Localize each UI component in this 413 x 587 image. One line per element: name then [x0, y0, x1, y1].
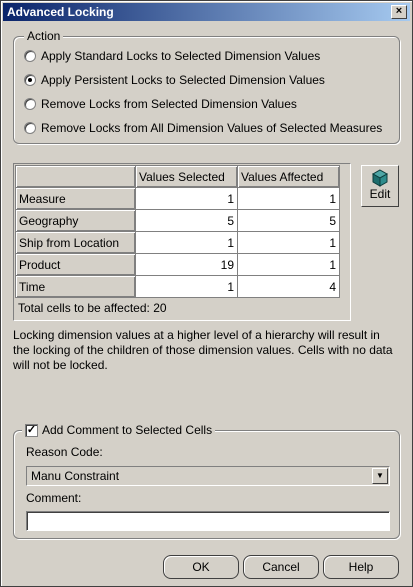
action-legend: Action	[24, 29, 64, 43]
add-comment-checkbox[interactable]: ✓	[25, 423, 38, 437]
values-selected-cell[interactable]: 19	[135, 253, 238, 276]
row-header: Time	[15, 275, 136, 298]
table-row: Ship from Location 1 1	[15, 231, 340, 254]
row-header: Ship from Location	[15, 231, 136, 254]
reason-code-value: Manu Constraint	[31, 469, 120, 483]
advanced-locking-dialog: Advanced Locking × Action Apply Standard…	[0, 0, 413, 587]
radio-remove-selected[interactable]: Remove Locks from Selected Dimension Val…	[24, 96, 297, 112]
dimension-table-panel: Values Selected Values Affected Measure …	[13, 163, 351, 321]
radio-apply-standard[interactable]: Apply Standard Locks to Selected Dimensi…	[24, 48, 320, 64]
action-group: Action Apply Standard Locks to Selected …	[13, 29, 400, 144]
title-bar: Advanced Locking ×	[3, 3, 410, 21]
comment-group: ✓ Add Comment to Selected Cells Reason C…	[13, 423, 400, 539]
values-affected-header[interactable]: Values Affected	[237, 165, 340, 188]
dimension-table: Values Selected Values Affected Measure …	[15, 165, 340, 298]
values-affected-cell[interactable]: 1	[237, 187, 340, 210]
help-button[interactable]: Help	[323, 555, 399, 579]
radio-label: Remove Locks from All Dimension Values o…	[41, 121, 383, 135]
reason-code-select[interactable]: Manu Constraint ▼	[26, 466, 390, 486]
row-header: Geography	[15, 209, 136, 232]
close-button[interactable]: ×	[391, 5, 407, 19]
ok-button[interactable]: OK	[163, 555, 239, 579]
values-selected-cell[interactable]: 5	[135, 209, 238, 232]
comment-label: Comment:	[26, 491, 82, 505]
cancel-button[interactable]: Cancel	[243, 555, 319, 579]
radio-button[interactable]	[24, 122, 36, 134]
radio-button[interactable]	[24, 98, 36, 110]
table-row: Measure 1 1	[15, 187, 340, 210]
edit-cube-icon	[371, 169, 389, 187]
table-row: Geography 5 5	[15, 209, 340, 232]
radio-label: Apply Standard Locks to Selected Dimensi…	[41, 49, 321, 63]
values-affected-cell[interactable]: 4	[237, 275, 340, 298]
row-header: Measure	[15, 187, 136, 210]
add-comment-label: Add Comment to Selected Cells	[42, 423, 213, 437]
values-affected-cell[interactable]: 1	[237, 253, 340, 276]
radio-remove-all[interactable]: Remove Locks from All Dimension Values o…	[24, 120, 382, 136]
total-cells-text: Total cells to be affected: 20	[18, 301, 167, 315]
values-affected-cell[interactable]: 1	[237, 231, 340, 254]
values-affected-cell[interactable]: 5	[237, 209, 340, 232]
reason-code-label: Reason Code:	[26, 445, 103, 459]
close-icon: ×	[395, 5, 403, 17]
radio-label: Apply Persistent Locks to Selected Dimen…	[41, 73, 325, 87]
values-selected-cell[interactable]: 1	[135, 187, 238, 210]
values-selected-cell[interactable]: 1	[135, 275, 238, 298]
radio-button[interactable]	[24, 50, 36, 62]
values-selected-header[interactable]: Values Selected	[135, 165, 238, 188]
comment-input[interactable]	[26, 511, 390, 531]
edit-button[interactable]: Edit	[361, 165, 399, 207]
add-comment-checkbox-row[interactable]: ✓ Add Comment to Selected Cells	[22, 423, 216, 437]
values-selected-cell[interactable]: 1	[135, 231, 238, 254]
chevron-down-icon[interactable]: ▼	[372, 468, 388, 484]
info-text: Locking dimension values at a higher lev…	[13, 328, 393, 372]
dialog-title: Advanced Locking	[7, 5, 114, 19]
table-row: Time 1 4	[15, 275, 340, 298]
radio-apply-persistent[interactable]: Apply Persistent Locks to Selected Dimen…	[24, 72, 325, 88]
table-row: Product 19 1	[15, 253, 340, 276]
radio-button[interactable]	[24, 74, 36, 86]
corner-header	[15, 165, 136, 188]
row-header: Product	[15, 253, 136, 276]
table-header-row: Values Selected Values Affected	[15, 165, 340, 188]
edit-label: Edit	[369, 187, 391, 201]
radio-label: Remove Locks from Selected Dimension Val…	[41, 97, 297, 111]
